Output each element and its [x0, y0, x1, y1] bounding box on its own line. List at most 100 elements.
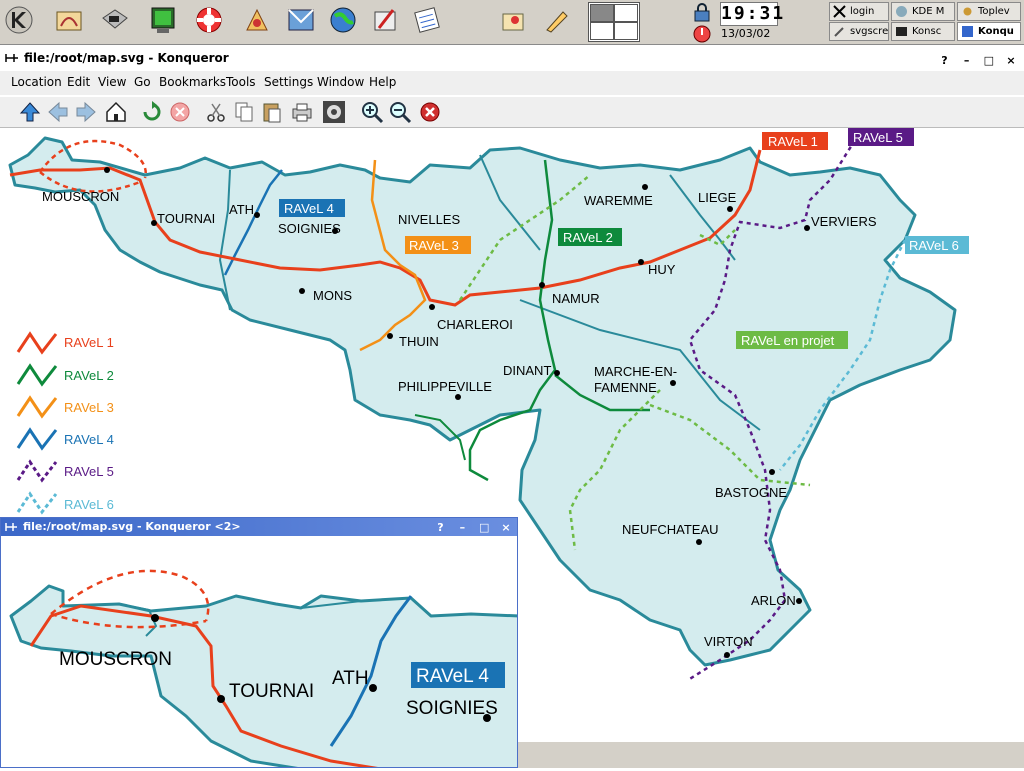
task-label: svgscre: [850, 26, 889, 37]
route-label-ravel-1: RAVeL 1: [762, 132, 828, 150]
desktop-pager[interactable]: [588, 2, 640, 42]
monitor-icon[interactable]: [146, 3, 180, 37]
legend-swatch-ravel-3: [16, 395, 58, 419]
menu-tools[interactable]: Tools: [226, 75, 256, 89]
city-label: DINANT: [503, 363, 551, 378]
konqueror-window-2[interactable]: file:/root/map.svg - Konqueror <2> ? – □…: [0, 517, 518, 768]
route-label-ravel-6: RAVeL 6: [905, 236, 969, 254]
svg-text:RAVeL en projet: RAVeL en projet: [741, 333, 835, 348]
task-konqueror[interactable]: Konqu: [957, 22, 1021, 41]
zoomed-map-view[interactable]: MOUSCRON TOURNAI ATH SOIGNIES RAVeL 4: [1, 536, 517, 767]
web-browser-icon[interactable]: [240, 3, 274, 37]
print-icon[interactable]: [290, 100, 314, 124]
svg-text:RAVeL 6: RAVeL 6: [909, 238, 959, 253]
task-login[interactable]: login: [829, 2, 889, 21]
route-label-ravel-2: RAVeL 2: [558, 228, 622, 246]
menu-view[interactable]: View: [98, 75, 126, 89]
task-svgscreen[interactable]: svgscre: [829, 22, 889, 41]
zoomed-map: MOUSCRON TOURNAI ATH SOIGNIES RAVeL 4: [9, 569, 517, 767]
close-button[interactable]: ×: [499, 521, 513, 535]
city-label: NEUFCHATEAU: [622, 522, 719, 537]
svg-text:RAVeL 4: RAVeL 4: [284, 201, 334, 216]
copy-icon[interactable]: [232, 100, 256, 124]
close-button[interactable]: ×: [1004, 54, 1018, 68]
zoom-out-icon[interactable]: [388, 100, 412, 124]
window-2-buttons: ? – □ ×: [429, 519, 513, 535]
stop-icon[interactable]: [168, 100, 192, 124]
cut-icon[interactable]: [204, 100, 228, 124]
home-folder-icon[interactable]: [52, 3, 86, 37]
kde-panel: 19:31 13/03/02 login KDE M Toplev svgscr…: [0, 0, 1024, 45]
legend-label: RAVeL 4: [64, 432, 114, 447]
city-label: MOUSCRON: [42, 189, 119, 204]
city-label: MOUSCRON: [59, 649, 172, 670]
help-button[interactable]: ?: [937, 54, 951, 68]
legend-swatch-ravel-6: [16, 491, 58, 515]
svg-text:RAVeL 1: RAVeL 1: [768, 134, 818, 149]
help-lifebuoy-icon[interactable]: [192, 3, 226, 37]
city-label: NIVELLES: [398, 212, 460, 227]
window-pin-icon[interactable]: [4, 51, 20, 65]
help-button[interactable]: ?: [433, 521, 447, 535]
up-arrow-icon[interactable]: [18, 100, 42, 124]
back-arrow-icon[interactable]: [46, 100, 70, 124]
map-legend: RAVeL 1 RAVeL 2 RAVeL 3 RAVeL 4 RAVeL 5 …: [16, 331, 114, 515]
city-label: VIRTON: [704, 634, 753, 649]
clock-display[interactable]: 19:31: [720, 2, 783, 26]
menu-bar: Location Edit View Go Bookmarks Tools Se…: [0, 71, 1024, 95]
menu-settings[interactable]: Settings: [264, 75, 313, 89]
maximize-button[interactable]: □: [477, 521, 491, 535]
terminal-icon[interactable]: [98, 3, 132, 37]
calendar-icon[interactable]: [410, 3, 444, 37]
city-label: TOURNAI: [229, 681, 314, 702]
mail-icon[interactable]: [284, 3, 318, 37]
city-label: PHILIPPEVILLE: [398, 379, 492, 394]
window-2-titlebar[interactable]: file:/root/map.svg - Konqueror <2> ? – □…: [1, 518, 517, 536]
forward-arrow-icon[interactable]: [74, 100, 98, 124]
window-titlebar[interactable]: file:/root/map.svg - Konqueror ? – □ ×: [0, 48, 1024, 68]
window-title: file:/root/map.svg - Konqueror: [24, 51, 229, 65]
globe-icon[interactable]: [326, 3, 360, 37]
kde-icon: [895, 5, 908, 18]
city-label: SOIGNIES: [278, 221, 341, 236]
image-editor-icon[interactable]: [496, 3, 530, 37]
task-label: Konqu: [978, 26, 1014, 37]
menu-bookmarks[interactable]: Bookmarks: [159, 75, 226, 89]
svg-text:RAVeL 3: RAVeL 3: [409, 238, 459, 253]
task-konsole[interactable]: Konsc: [891, 22, 955, 41]
pen-icon[interactable]: [540, 3, 574, 37]
city-label: ARLON: [751, 593, 796, 608]
paste-icon[interactable]: [260, 100, 284, 124]
window-buttons: ? – □ ×: [933, 50, 1018, 68]
close-red-icon[interactable]: [418, 100, 442, 124]
maximize-button[interactable]: □: [982, 54, 996, 68]
city-label: MARCHE-EN-: [594, 364, 677, 379]
route-label-ravel-5: RAVeL 5: [848, 128, 914, 146]
task-toplevel[interactable]: Toplev: [957, 2, 1021, 21]
kde-menu-icon[interactable]: [2, 3, 36, 37]
home-icon[interactable]: [104, 100, 128, 124]
konqueror-small-icon: [961, 25, 974, 38]
logout-icon[interactable]: [688, 23, 714, 43]
menu-edit[interactable]: Edit: [67, 75, 90, 89]
svg-text:RAVeL 4: RAVeL 4: [416, 666, 489, 687]
menu-window[interactable]: Window: [317, 75, 364, 89]
legend-swatch-ravel-2: [16, 363, 58, 387]
window-pin-icon[interactable]: [4, 520, 19, 534]
status-bar: [518, 742, 1024, 768]
legend-label: RAVeL 5: [64, 464, 114, 479]
task-kde-menu[interactable]: KDE M: [891, 2, 955, 21]
menu-help[interactable]: Help: [369, 75, 396, 89]
zoom-in-icon[interactable]: [360, 100, 384, 124]
city-label: CHARLEROI: [437, 317, 513, 332]
minimize-button[interactable]: –: [455, 521, 469, 535]
writer-icon[interactable]: [368, 3, 402, 37]
menu-go[interactable]: Go: [134, 75, 151, 89]
menu-location[interactable]: Location: [11, 75, 62, 89]
city-label: FAMENNE: [594, 380, 657, 395]
settings-gear-icon[interactable]: [322, 100, 346, 124]
reload-icon[interactable]: [140, 100, 164, 124]
minimize-button[interactable]: –: [960, 54, 974, 68]
lock-screen-icon[interactable]: [688, 2, 714, 22]
task-label: KDE M: [912, 6, 945, 17]
